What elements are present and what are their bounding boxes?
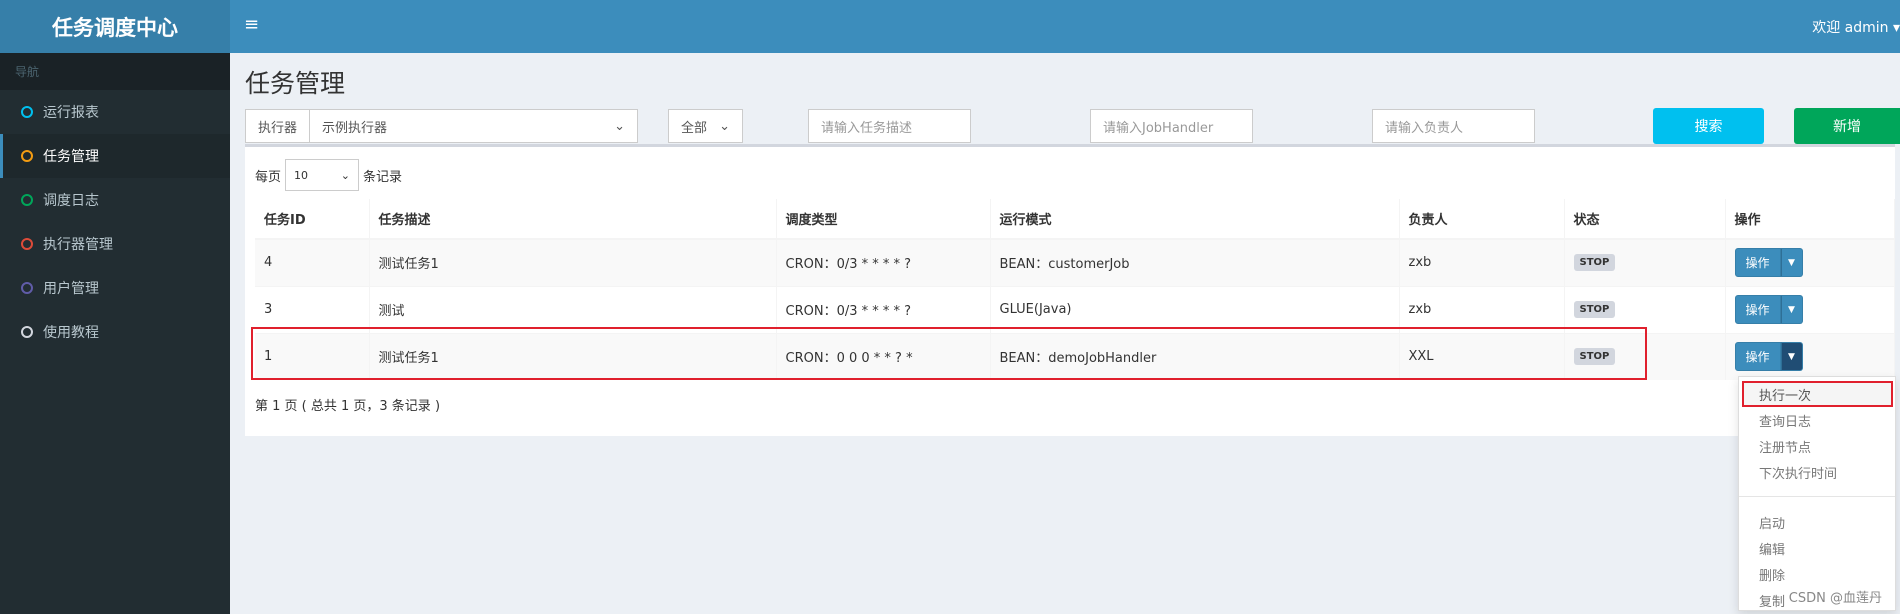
col-header-author[interactable]: 负责人 bbox=[1399, 199, 1565, 240]
col-header-status[interactable]: 状态 bbox=[1564, 199, 1726, 240]
caret-down-icon[interactable]: ▼ bbox=[1780, 248, 1803, 278]
menu-item-next-time[interactable]: 下次执行时间 bbox=[1739, 459, 1895, 485]
cell-schedule: CRON：0/3 * * * * ? bbox=[776, 238, 991, 286]
status-badge: STOP bbox=[1573, 301, 1616, 318]
hamburger-icon[interactable]: ≡ bbox=[244, 14, 259, 36]
status-select[interactable]: 全部 ⌄ bbox=[668, 109, 743, 143]
job-table-box: 每页 10 ⌄ 条记录 任务ID 任务描述 调度类型 运行模式 负责人 状态 操… bbox=[245, 144, 1895, 436]
menu-item-edit[interactable]: 编辑 bbox=[1739, 535, 1895, 561]
sidebar-item-label: 用户管理 bbox=[43, 281, 99, 297]
user-menu[interactable]: 欢迎 admin ▾ bbox=[1812, 17, 1900, 37]
menu-item-delete[interactable]: 删除 bbox=[1739, 561, 1895, 587]
cell-desc: 测试任务1 bbox=[369, 238, 777, 286]
executor-label: 执行器 bbox=[246, 110, 311, 142]
sidebar-item-label: 使用教程 bbox=[43, 325, 99, 341]
sidebar-item-label: 任务管理 bbox=[43, 149, 99, 165]
chevron-down-icon: ⌄ bbox=[719, 118, 730, 134]
watermark: CSDN @血莲丹 bbox=[1788, 591, 1882, 606]
cell-op: 操作 ▼ bbox=[1725, 238, 1895, 286]
op-button-group: 操作 ▼ bbox=[1734, 248, 1803, 278]
cell-op: 操作 ▼ bbox=[1725, 285, 1895, 333]
col-header-schedule[interactable]: 调度类型 bbox=[776, 199, 991, 240]
op-button-group: 操作 ▼ bbox=[1734, 295, 1803, 324]
length-suffix: 条记录 bbox=[363, 169, 403, 185]
sidebar-item-users[interactable]: 用户管理 bbox=[0, 266, 230, 310]
handler-input[interactable]: 请输入JobHandler bbox=[1090, 109, 1253, 143]
table-row: 4 测试任务1 CRON：0/3 * * * * ? BEAN：customer… bbox=[255, 238, 1895, 286]
menu-item-query-log[interactable]: 查询日志 bbox=[1739, 407, 1895, 433]
circle-icon bbox=[21, 150, 33, 162]
executor-value: 示例执行器 bbox=[322, 120, 388, 136]
sidebar-item-jobs[interactable]: 任务管理 bbox=[0, 134, 230, 178]
cell-author: zxb bbox=[1399, 238, 1565, 286]
col-header-op: 操作 bbox=[1725, 199, 1895, 240]
executor-select[interactable]: 执行器 示例执行器 ⌄ bbox=[245, 109, 638, 143]
table-header-row: 任务ID 任务描述 调度类型 运行模式 负责人 状态 操作 bbox=[255, 199, 1895, 240]
handler-placeholder: 请输入JobHandler bbox=[1103, 120, 1214, 136]
op-button-group: 操作 ▼ bbox=[1734, 342, 1803, 372]
desc-input[interactable]: 请输入任务描述 bbox=[808, 109, 971, 143]
sidebar-item-report[interactable]: 运行报表 bbox=[0, 90, 230, 134]
op-dropdown-menu: 执行一次 查询日志 注册节点 下次执行时间 启动 编辑 删除 复制 bbox=[1738, 376, 1896, 611]
cell-id: 4 bbox=[255, 238, 370, 286]
cell-schedule: CRON：0/3 * * * * ? bbox=[776, 285, 991, 333]
page-length: 每页 10 ⌄ 条记录 bbox=[255, 159, 402, 191]
chevron-down-icon: ⌄ bbox=[614, 118, 625, 134]
menu-item-start[interactable]: 启动 bbox=[1739, 509, 1895, 535]
sidebar-item-help[interactable]: 使用教程 bbox=[0, 310, 230, 354]
circle-icon bbox=[21, 238, 33, 250]
op-button[interactable]: 操作 bbox=[1734, 342, 1781, 372]
status-badge: STOP bbox=[1573, 254, 1616, 272]
chevron-down-icon: ⌄ bbox=[340, 168, 351, 182]
search-button[interactable]: 搜索 bbox=[1653, 108, 1764, 144]
cell-status: STOP bbox=[1564, 238, 1726, 286]
top-navbar: ≡ 欢迎 admin ▾ bbox=[230, 0, 1900, 53]
length-value: 10 bbox=[294, 168, 309, 182]
op-button[interactable]: 操作 bbox=[1734, 295, 1781, 324]
highlight-box bbox=[251, 327, 1647, 380]
cell-op: 操作 ▼ bbox=[1725, 332, 1895, 380]
menu-item-registry[interactable]: 注册节点 bbox=[1739, 433, 1895, 459]
sidebar-item-executors[interactable]: 执行器管理 bbox=[0, 222, 230, 266]
length-prefix: 每页 bbox=[255, 169, 282, 185]
sidebar: 任务调度中心 导航 运行报表 任务管理 调度日志 执行器管理 用户管理 使用教程 bbox=[0, 0, 230, 614]
cell-mode: BEAN：customerJob bbox=[990, 238, 1400, 286]
app-logo[interactable]: 任务调度中心 bbox=[0, 0, 230, 53]
table-info: 第 1 页 ( 总共 1 页，3 条记录 ) bbox=[255, 399, 441, 414]
col-header-desc[interactable]: 任务描述 bbox=[369, 199, 777, 240]
circle-icon bbox=[21, 194, 33, 206]
menu-divider bbox=[1739, 496, 1895, 497]
sidebar-item-label: 运行报表 bbox=[43, 105, 99, 121]
col-header-mode[interactable]: 运行模式 bbox=[990, 199, 1400, 240]
caret-down-icon[interactable]: ▼ bbox=[1780, 342, 1803, 372]
circle-icon bbox=[21, 106, 33, 118]
cell-mode: GLUE(Java) bbox=[990, 285, 1400, 333]
sidebar-item-label: 执行器管理 bbox=[43, 237, 113, 253]
table-row: 3 测试 CRON：0/3 * * * * ? GLUE(Java) zxb S… bbox=[255, 285, 1895, 333]
cell-id: 3 bbox=[255, 285, 370, 333]
page-length-select[interactable]: 10 ⌄ bbox=[285, 159, 360, 191]
circle-icon bbox=[21, 326, 33, 338]
cell-desc: 测试 bbox=[369, 285, 777, 333]
author-input[interactable]: 请输入负责人 bbox=[1372, 109, 1535, 143]
sidebar-item-logs[interactable]: 调度日志 bbox=[0, 178, 230, 222]
cell-author: zxb bbox=[1399, 285, 1565, 333]
add-button[interactable]: 新增 bbox=[1794, 108, 1900, 144]
page-title: 任务管理 bbox=[245, 69, 346, 98]
col-header-id[interactable]: 任务ID bbox=[255, 199, 370, 240]
circle-icon bbox=[21, 282, 33, 294]
desc-placeholder: 请输入任务描述 bbox=[821, 120, 913, 136]
author-placeholder: 请输入负责人 bbox=[1385, 120, 1464, 136]
cell-status: STOP bbox=[1564, 285, 1726, 333]
sidebar-item-label: 调度日志 bbox=[43, 193, 99, 209]
status-value: 全部 bbox=[681, 120, 708, 136]
caret-down-icon[interactable]: ▼ bbox=[1780, 295, 1803, 324]
menu-item-trigger-once[interactable]: 执行一次 bbox=[1742, 381, 1893, 407]
nav-header: 导航 bbox=[0, 53, 230, 90]
op-button[interactable]: 操作 bbox=[1734, 248, 1781, 278]
